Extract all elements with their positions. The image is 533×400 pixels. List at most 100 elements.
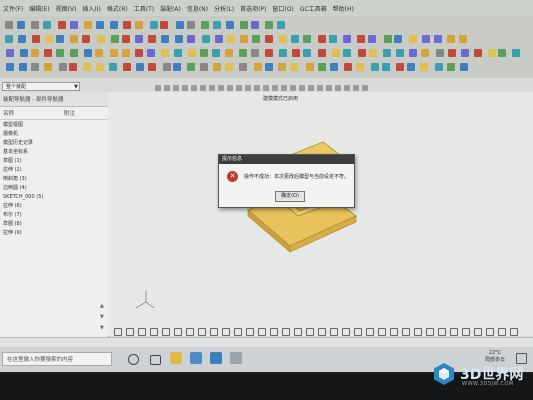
toolbar-tool-icon[interactable]: [408, 49, 417, 57]
toolbar-tool-icon[interactable]: [227, 35, 236, 43]
menu-item-4[interactable]: 格式(R): [107, 4, 128, 13]
navigator-item[interactable]: 边倒圆 (4): [0, 183, 108, 192]
selection-tool-icon[interactable]: [335, 85, 341, 91]
selection-tool-icon[interactable]: [272, 85, 278, 91]
toolbar-tool-icon[interactable]: [212, 63, 221, 71]
snap-tool-icon[interactable]: [438, 328, 446, 336]
snap-tool-icon[interactable]: [306, 328, 314, 336]
toolbar-tool-icon[interactable]: [370, 63, 379, 71]
toolbar-tool-icon[interactable]: [56, 35, 65, 43]
snap-tool-icon[interactable]: [390, 328, 398, 336]
menu-item-3[interactable]: 插入(I): [82, 4, 100, 13]
part-model[interactable]: [108, 92, 533, 336]
toolbar-tool-icon[interactable]: [57, 21, 66, 29]
snap-tool-icon[interactable]: [126, 328, 134, 336]
toolbar-tool-icon[interactable]: [214, 35, 223, 43]
toolbar-tool-icon[interactable]: [317, 35, 326, 43]
toolbar-tool-icon[interactable]: [251, 35, 260, 43]
toolbar-tool-icon[interactable]: [174, 49, 182, 57]
toolbar-tool-icon[interactable]: [356, 35, 365, 43]
toolbar-tool-icon[interactable]: [43, 49, 52, 57]
navigator-item[interactable]: 拉伸 (2): [0, 165, 108, 174]
snap-tool-icon[interactable]: [198, 328, 206, 336]
toolbar-tool-icon[interactable]: [317, 63, 326, 71]
selection-tool-icon[interactable]: [245, 85, 251, 91]
column-header-note[interactable]: 附注: [64, 109, 75, 117]
navigator-item[interactable]: 摄像机: [0, 129, 108, 138]
menu-item-12[interactable]: 帮助(H): [333, 4, 354, 13]
toolbar-tool-icon[interactable]: [19, 49, 28, 57]
selection-filter-combo[interactable]: 整个装配 ▼: [2, 82, 80, 91]
toolbar-tool-icon[interactable]: [290, 35, 299, 43]
menu-item-7[interactable]: 信息(N): [187, 4, 208, 13]
selection-tool-icon[interactable]: [299, 85, 305, 91]
toolbar-tool-icon[interactable]: [344, 63, 353, 71]
toolbar-tool-icon[interactable]: [110, 35, 119, 43]
toolbar-tool-icon[interactable]: [355, 63, 364, 71]
menu-item-1[interactable]: 编辑(E): [29, 4, 49, 13]
toolbar-tool-icon[interactable]: [343, 35, 352, 43]
toolbar-tool-icon[interactable]: [278, 49, 287, 57]
toolbar-tool-icon[interactable]: [212, 21, 221, 29]
toolbar-tool-icon[interactable]: [136, 63, 145, 71]
toolbar-tool-icon[interactable]: [421, 35, 430, 43]
ok-button[interactable]: 确定(O): [275, 191, 305, 202]
toolbar-tool-icon[interactable]: [31, 49, 40, 57]
selection-tool-icon[interactable]: [362, 85, 368, 91]
selection-tool-icon[interactable]: [308, 85, 314, 91]
toolbar-tool-icon[interactable]: [201, 35, 210, 43]
snap-tool-icon[interactable]: [282, 328, 290, 336]
toolbar-tool-icon[interactable]: [277, 21, 286, 29]
menu-item-11[interactable]: GC工具箱: [300, 4, 327, 13]
toolbar-tool-icon[interactable]: [43, 63, 52, 71]
snap-tool-icon[interactable]: [270, 328, 278, 336]
selection-tool-icon[interactable]: [209, 85, 215, 91]
toolbar-tool-icon[interactable]: [264, 35, 273, 43]
toolbar-tool-icon[interactable]: [329, 35, 338, 43]
menu-item-6[interactable]: 装配(A): [160, 4, 181, 13]
toolbar-tool-icon[interactable]: [135, 35, 144, 43]
toolbar-tool-icon[interactable]: [122, 21, 131, 29]
navigator-item[interactable]: 模型视图: [0, 120, 108, 129]
toolbar-tool-icon[interactable]: [43, 21, 52, 29]
toolbar-tool-icon[interactable]: [149, 21, 158, 29]
navigator-scrollbar[interactable]: ▲ ▼ ▼: [100, 301, 106, 331]
toolbar-tool-icon[interactable]: [108, 63, 117, 71]
navigator-item[interactable]: 模型历史记录: [0, 138, 108, 147]
toolbar-tool-icon[interactable]: [395, 49, 404, 57]
snap-tool-icon[interactable]: [222, 328, 230, 336]
toolbar-tool-icon[interactable]: [83, 21, 92, 29]
snap-tool-icon[interactable]: [234, 328, 242, 336]
toolbar-tool-icon[interactable]: [487, 49, 496, 57]
toolbar-tool-icon[interactable]: [433, 35, 442, 43]
toolbar-tool-icon[interactable]: [459, 63, 468, 71]
snap-tool-icon[interactable]: [462, 328, 470, 336]
selection-tool-icon[interactable]: [344, 85, 350, 91]
snap-tool-icon[interactable]: [318, 328, 326, 336]
toolbar-tool-icon[interactable]: [330, 63, 339, 71]
toolbar-tool-icon[interactable]: [212, 49, 221, 57]
toolbar-tool-icon[interactable]: [447, 49, 456, 57]
snap-tool-icon[interactable]: [450, 328, 458, 336]
toolbar-tool-icon[interactable]: [498, 49, 507, 57]
selection-tool-icon[interactable]: [290, 85, 296, 91]
snap-tool-icon[interactable]: [114, 328, 122, 336]
graphics-viewport[interactable]: 建模模式已启用: [108, 92, 533, 336]
toolbar-tool-icon[interactable]: [134, 21, 143, 29]
snap-tool-icon[interactable]: [150, 328, 158, 336]
taskbar-search-input[interactable]: 在这里输入你要搜索的内容: [2, 352, 112, 366]
toolbar-tool-icon[interactable]: [161, 49, 170, 57]
toolbar-tool-icon[interactable]: [303, 35, 312, 43]
toolbar-tool-icon[interactable]: [279, 35, 288, 43]
selection-tool-icon[interactable]: [191, 85, 197, 91]
toolbar-tool-icon[interactable]: [84, 49, 93, 57]
toolbar-tool-icon[interactable]: [31, 35, 40, 43]
toolbar-tool-icon[interactable]: [265, 21, 274, 29]
toolbar-tool-icon[interactable]: [357, 49, 366, 57]
toolbar-tool-icon[interactable]: [56, 49, 65, 57]
toolbar-tool-icon[interactable]: [383, 35, 392, 43]
snap-tool-icon[interactable]: [378, 328, 386, 336]
toolbar-tool-icon[interactable]: [17, 21, 26, 29]
snap-tool-icon[interactable]: [414, 328, 422, 336]
toolbar-tool-icon[interactable]: [278, 63, 287, 71]
